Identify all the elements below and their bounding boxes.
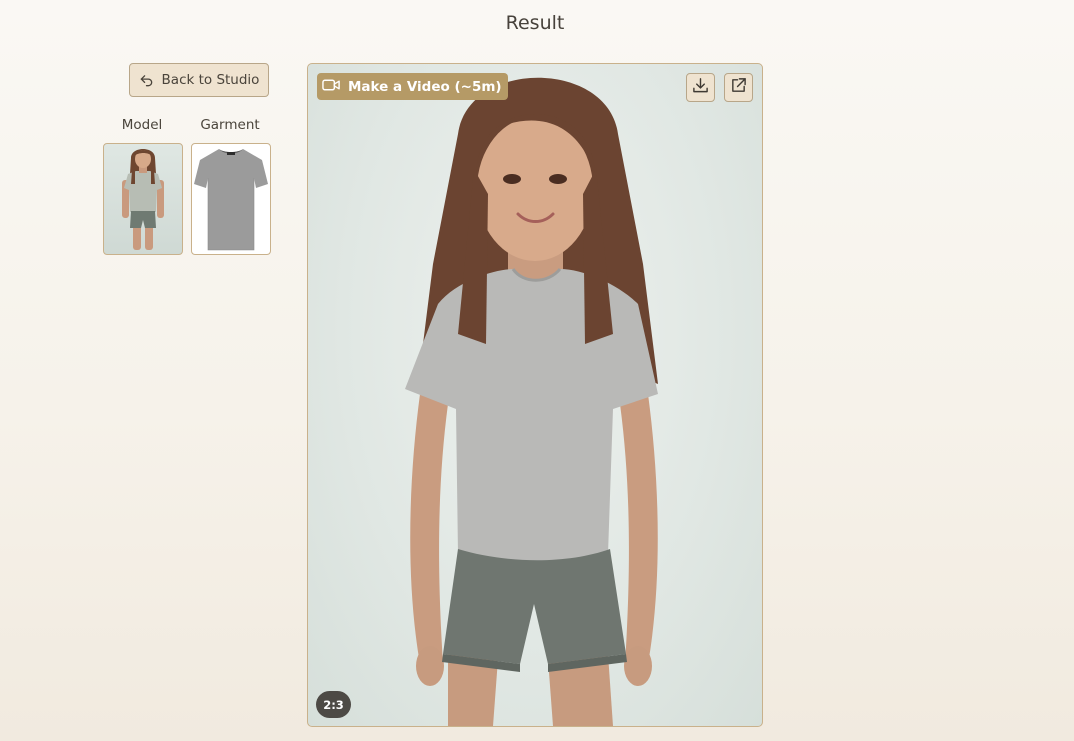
garment-thumbnail[interactable]	[191, 143, 271, 255]
garment-thumbnail-image	[194, 149, 268, 251]
result-image	[405, 77, 658, 726]
back-to-studio-button[interactable]: Back to Studio	[129, 63, 269, 97]
back-to-studio-label: Back to Studio	[161, 72, 260, 88]
page-title: Result	[505, 12, 565, 34]
open-in-new-tab-button[interactable]	[724, 73, 753, 102]
garment-label: Garment	[200, 117, 260, 133]
video-camera-icon	[322, 78, 341, 96]
result-card: Make a Video (~5m) 2:3	[307, 63, 763, 727]
make-video-label: Make a Video (~5m)	[348, 78, 502, 95]
aspect-ratio-badge: 2:3	[316, 691, 351, 718]
make-video-button[interactable]: Make a Video (~5m)	[317, 73, 508, 100]
undo-arrow-icon	[139, 73, 154, 88]
model-thumbnail[interactable]	[103, 143, 183, 255]
model-thumbnail-image	[122, 149, 164, 250]
model-label: Model	[121, 117, 163, 133]
download-icon	[692, 77, 709, 98]
download-button[interactable]	[686, 73, 715, 102]
external-link-icon	[730, 77, 747, 98]
